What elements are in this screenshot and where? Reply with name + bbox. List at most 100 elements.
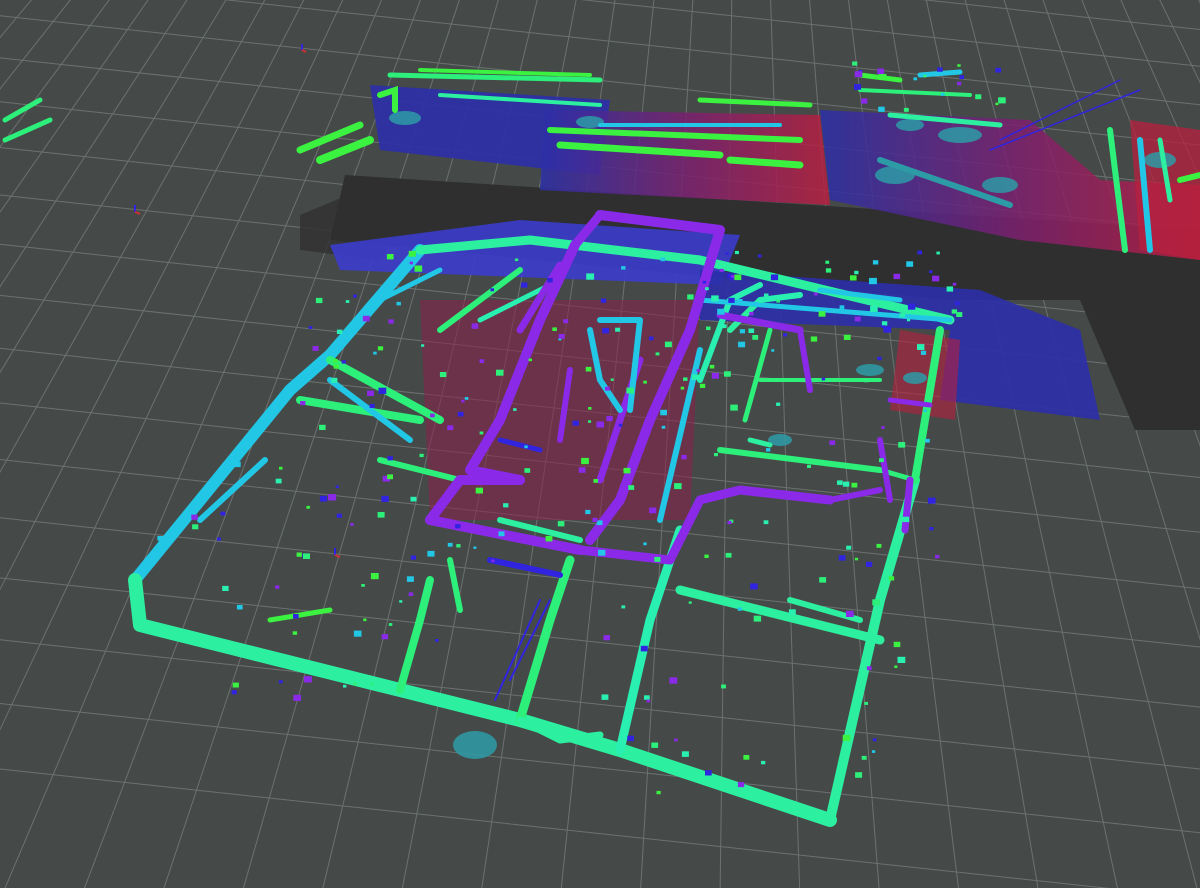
point	[278, 680, 283, 684]
point	[331, 377, 338, 383]
point	[906, 318, 911, 322]
point	[421, 344, 425, 347]
point	[319, 495, 328, 502]
grid-line	[0, 0, 10, 888]
point	[669, 677, 678, 684]
point	[545, 536, 553, 542]
map-scene[interactable]	[0, 0, 1200, 888]
grid-line	[0, 639, 1200, 770]
point	[217, 537, 221, 541]
point	[854, 316, 861, 322]
point	[643, 542, 647, 546]
grid-line	[921, 0, 1200, 31]
point	[655, 352, 660, 356]
point	[783, 333, 788, 337]
point	[711, 372, 719, 379]
point	[737, 782, 745, 788]
point	[430, 413, 435, 418]
point	[846, 545, 852, 550]
point	[906, 261, 914, 267]
point	[621, 605, 626, 609]
point	[503, 503, 509, 508]
point	[600, 298, 607, 303]
point	[435, 639, 439, 642]
point	[471, 323, 479, 329]
point	[748, 328, 755, 333]
point	[370, 682, 374, 686]
point	[881, 321, 888, 326]
point	[649, 507, 657, 514]
3d-viewport[interactable]	[0, 0, 1200, 888]
point	[656, 790, 661, 795]
point	[691, 374, 699, 380]
point	[361, 584, 365, 587]
point	[521, 282, 528, 288]
point	[852, 61, 858, 66]
point	[602, 327, 610, 334]
point	[903, 107, 909, 112]
point	[899, 313, 906, 318]
point	[648, 336, 654, 341]
point	[864, 701, 868, 705]
point	[563, 319, 569, 324]
point	[387, 474, 393, 480]
point	[222, 585, 229, 591]
point	[585, 366, 592, 372]
point	[498, 531, 505, 537]
point	[734, 250, 739, 255]
point	[388, 319, 394, 324]
point	[370, 573, 379, 580]
point	[719, 268, 724, 272]
grid-line	[0, 0, 344, 731]
point	[192, 524, 199, 530]
point	[578, 467, 586, 473]
point	[381, 495, 389, 502]
point	[696, 369, 700, 372]
point	[865, 561, 873, 567]
point	[528, 358, 532, 362]
point	[292, 631, 298, 635]
point	[956, 312, 963, 317]
point	[929, 270, 933, 274]
point	[335, 485, 339, 489]
point	[861, 98, 868, 104]
point	[442, 494, 446, 498]
point	[605, 386, 610, 391]
point	[293, 614, 299, 619]
point	[821, 377, 826, 381]
point	[419, 453, 424, 458]
point	[940, 93, 945, 96]
point	[409, 261, 413, 265]
point	[479, 431, 484, 435]
point	[381, 634, 389, 640]
point	[377, 346, 384, 351]
grid-line	[0, 577, 1200, 708]
point	[879, 458, 884, 463]
point	[386, 254, 394, 260]
point	[818, 311, 826, 317]
point	[353, 294, 357, 298]
point	[643, 380, 647, 384]
point	[377, 512, 385, 518]
point	[455, 524, 461, 529]
point	[701, 275, 706, 279]
grid-line	[0, 0, 71, 90]
point	[878, 73, 887, 80]
point	[640, 645, 648, 652]
point	[998, 97, 1006, 104]
point	[414, 265, 423, 272]
point	[688, 601, 692, 604]
point	[871, 750, 876, 753]
point	[601, 694, 609, 700]
point	[473, 546, 477, 549]
point	[727, 520, 732, 525]
point	[350, 523, 354, 526]
point	[699, 383, 706, 388]
point	[776, 299, 780, 303]
point	[387, 456, 393, 461]
point	[866, 666, 872, 671]
point	[705, 287, 709, 291]
point	[825, 268, 832, 273]
point	[721, 684, 726, 689]
point	[456, 544, 461, 548]
